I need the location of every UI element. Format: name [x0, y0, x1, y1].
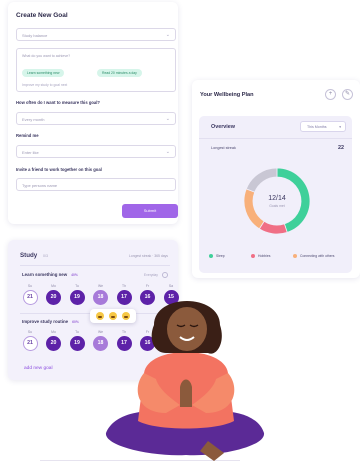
edit-icon[interactable]: ✎: [342, 89, 353, 100]
weekday-label: Mo: [51, 330, 56, 334]
invite-label: Invite a friend to work together on this…: [16, 167, 102, 172]
goal-progress: 40%: [71, 273, 78, 277]
longest-streak-label: Longest streak: [211, 146, 236, 150]
weekday-label: Su: [27, 330, 33, 334]
donut-center-sub: Goals met: [269, 204, 285, 208]
legend-label: Hobbies: [258, 254, 271, 258]
goal-row-title[interactable]: Improve study routine 60%: [22, 319, 79, 324]
weekday-label: Th: [122, 284, 126, 288]
legend-label: Connecting with others: [300, 254, 335, 258]
legend-item-sleep: Sleep: [209, 254, 225, 259]
day-circle[interactable]: 21: [22, 336, 38, 351]
goal-progress: 60%: [72, 320, 79, 324]
longest-streak-value: 22: [338, 145, 344, 151]
period-value: This Months: [307, 125, 327, 129]
goal-category-select[interactable]: Study balance ⌄: [16, 28, 176, 41]
chevron-down-icon: ⌄: [165, 32, 170, 38]
weekday-label: Su: [27, 284, 33, 288]
goal-category-value: Study balance: [22, 33, 48, 38]
overview-header: Overview This Months ▾: [199, 116, 352, 139]
wellbeing-plan-card: Your Wellbeing Plan + ✎ Overview This Mo…: [192, 80, 360, 278]
legend-item-hobbies: Hobbies: [251, 254, 271, 259]
goal-name: Learn something new: [22, 272, 68, 277]
add-new-goal-link[interactable]: add new goal: [24, 366, 53, 371]
weekday-label: We: [97, 284, 104, 288]
period-select[interactable]: This Months ▾: [300, 121, 346, 132]
legend-item-connecting: Connecting with others: [293, 254, 335, 259]
goal-wish-placeholder: What do you want to achieve?: [22, 54, 71, 58]
donut-segment-3: [245, 167, 278, 193]
hands-shape: [180, 379, 192, 407]
day-circle[interactable]: 19: [69, 336, 85, 351]
chevron-down-icon: ⌄: [165, 149, 170, 155]
legend-label: Sleep: [216, 254, 225, 258]
goal-check-icon[interactable]: [162, 272, 168, 278]
measure-value: Every month: [22, 117, 45, 122]
chevron-down-icon: ▾: [339, 125, 341, 129]
study-count: 0/3: [43, 254, 48, 258]
legend-dot: [293, 254, 297, 259]
measure-label: How often do I want to measure this goal…: [16, 100, 100, 105]
suggestion-more[interactable]: Improve my study to goal next: [22, 83, 67, 87]
legend-dot: [251, 254, 255, 259]
overview-panel: Overview This Months ▾ Longest streak 22…: [199, 116, 352, 273]
measure-select[interactable]: Every month ⌄: [16, 112, 176, 125]
goal-name: Improve study routine: [22, 319, 69, 324]
remind-value: Enter like: [22, 150, 39, 155]
legend-dot: [209, 254, 213, 259]
goal-wish-input[interactable]: What do you want to achieve? Learn somet…: [16, 48, 176, 92]
weekday-label: Tu: [75, 284, 79, 288]
day-circle[interactable]: 20: [46, 290, 61, 305]
goal-row-title[interactable]: Learn something new 40%: [22, 272, 78, 277]
study-longest-streak: Longest streak · 365 days: [128, 254, 168, 258]
suggestion-chip-2[interactable]: Read 20 minutes a day: [97, 69, 142, 77]
donut-segment-2: [243, 188, 265, 230]
chevron-down-icon: ⌄: [165, 116, 170, 122]
remind-select[interactable]: Enter like ⌄: [16, 145, 176, 158]
goals-donut-chart: 12/14 Goals met: [243, 167, 311, 235]
overview-title: Overview: [211, 124, 235, 130]
study-title: Study: [20, 252, 38, 259]
weekday-label: Tu: [75, 330, 79, 334]
create-goal-title: Create New Goal: [16, 12, 68, 19]
submit-button[interactable]: Submit: [122, 204, 178, 218]
meditating-person-illustration: [105, 301, 265, 461]
divider: [20, 265, 170, 266]
wellbeing-plan-title: Your Wellbeing Plan: [200, 92, 254, 98]
plus-icon[interactable]: +: [325, 89, 336, 100]
create-goal-card: Create New Goal Study balance ⌄ What do …: [8, 2, 178, 224]
remind-label: Remind me: [16, 133, 39, 138]
goal-frequency: Everyday: [143, 273, 158, 277]
donut-center-value: 12/14: [268, 195, 286, 202]
weekday-label: Mo: [51, 284, 56, 288]
invite-placeholder: Type persons name: [22, 183, 58, 188]
weekday-label: Fr: [145, 284, 150, 288]
face-shape: [167, 307, 207, 351]
donut-segment-1: [258, 220, 288, 235]
day-circle[interactable]: 20: [46, 336, 61, 351]
day-circle[interactable]: 21: [22, 290, 38, 305]
day-circle[interactable]: 19: [69, 290, 85, 305]
suggestion-chip-1[interactable]: Learn something new: [22, 69, 65, 77]
weekday-label: Sa: [168, 284, 174, 288]
invite-input[interactable]: Type persons name: [16, 178, 176, 191]
